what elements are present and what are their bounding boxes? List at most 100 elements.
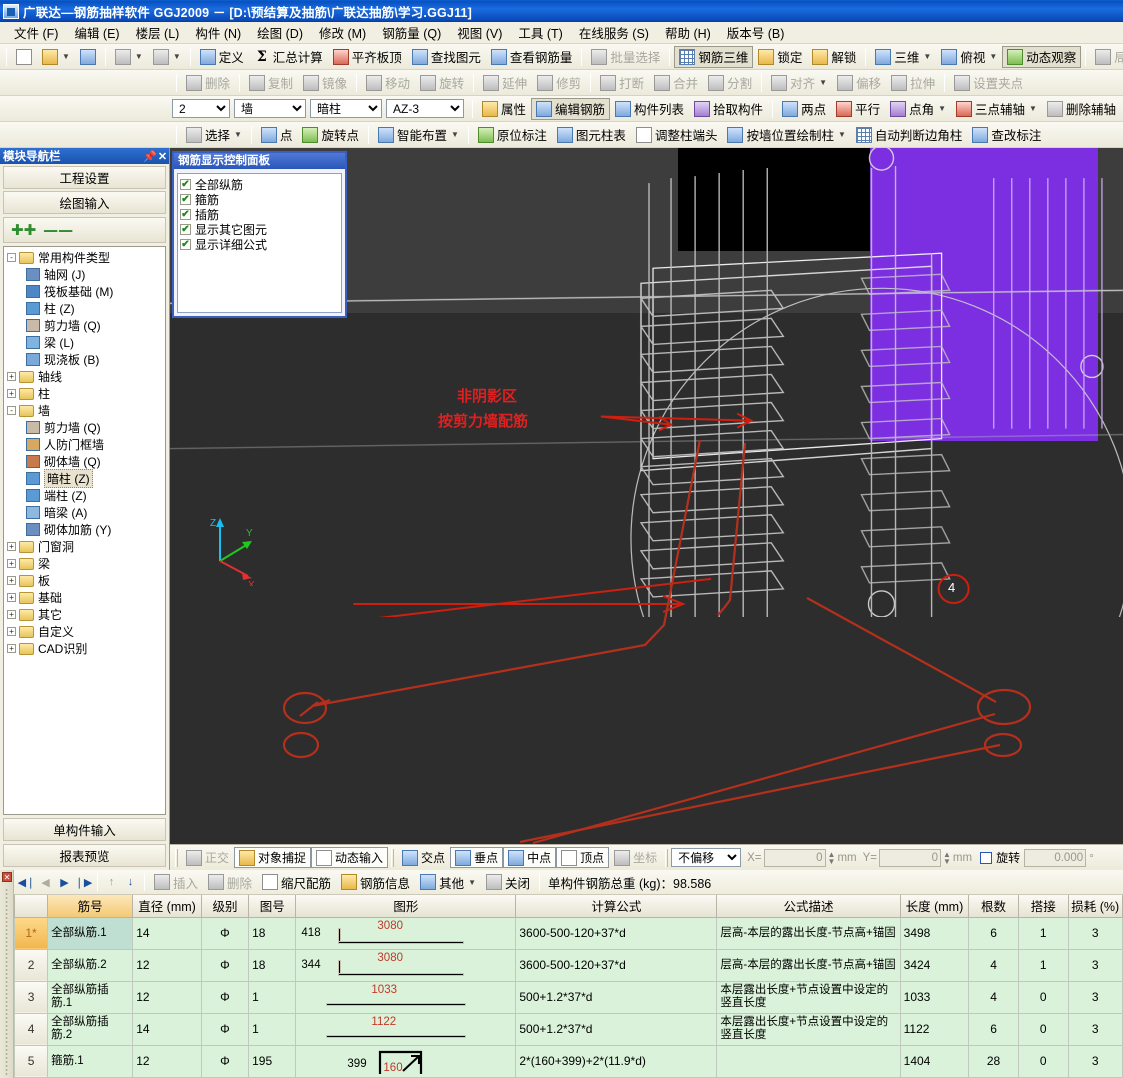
- col-header-idx[interactable]: [15, 895, 48, 917]
- col-header-shape[interactable]: 图形: [296, 895, 516, 917]
- cell-dia[interactable]: 14: [133, 917, 202, 949]
- menu-item-9[interactable]: 在线服务 (S): [571, 21, 657, 44]
- checkbox-icon[interactable]: ✔: [180, 209, 191, 220]
- binocular-button[interactable]: 查找图元: [407, 46, 486, 68]
- table-row[interactable]: 3全部纵筋插筋.112Φ11033500+1.2*37*d本层露出长度+节点设置…: [15, 981, 1123, 1013]
- col-header-count[interactable]: 根数: [969, 895, 1019, 917]
- cell-loss[interactable]: 3: [1068, 1045, 1122, 1077]
- next-icon[interactable]: ▶: [55, 873, 74, 892]
- cell-formula[interactable]: 2*(160+399)+2*(11.9*d): [516, 1045, 717, 1077]
- cell-desc[interactable]: 本层露出长度+节点设置中设定的竖直长度: [717, 1013, 900, 1045]
- cell-figno[interactable]: 1: [249, 1013, 296, 1045]
- tree-item-5[interactable]: 梁 (L): [4, 334, 165, 351]
- chevron-down-icon[interactable]: ▼: [135, 52, 143, 61]
- table-row[interactable]: 2全部纵筋.212Φ1834430803600-500-120+37*d层高-本…: [15, 949, 1123, 981]
- chevron-down-icon[interactable]: ▼: [819, 78, 827, 87]
- tree-item-22[interactable]: +自定义: [4, 623, 165, 640]
- shape-cell[interactable]: 1122: [296, 1013, 516, 1045]
- col-header-loss[interactable]: 损耗 (%): [1068, 895, 1122, 917]
- y-coordinate-input[interactable]: 0: [879, 849, 941, 867]
- cell-name[interactable]: 箍筋.1: [48, 1045, 133, 1077]
- cell-lap[interactable]: 0: [1018, 1013, 1068, 1045]
- chevron-down-icon[interactable]: ▼: [938, 104, 946, 113]
- cell-name[interactable]: 全部纵筋.1: [48, 917, 133, 949]
- cell-dia[interactable]: 12: [133, 981, 202, 1013]
- cell-formula[interactable]: 3600-500-120+37*d: [516, 949, 717, 981]
- cell-grade[interactable]: Φ: [201, 1045, 248, 1077]
- tree-item-10[interactable]: 剪力墙 (Q): [4, 419, 165, 436]
- cell-grade[interactable]: Φ: [201, 981, 248, 1013]
- cube-button[interactable]: 三维▼: [870, 46, 936, 68]
- select-arrow-button[interactable]: 选择▼: [181, 124, 247, 146]
- cell-length[interactable]: 3498: [900, 917, 969, 949]
- offset-mode-select[interactable]: 不偏移: [671, 848, 741, 867]
- component-tree[interactable]: -常用构件类型轴网 (J)筏板基础 (M)柱 (Z)剪力墙 (Q)梁 (L)现浇…: [3, 246, 166, 815]
- tree-item-0[interactable]: -常用构件类型: [4, 249, 165, 266]
- tree-item-7[interactable]: +轴线: [4, 368, 165, 385]
- cell-dia[interactable]: 12: [133, 949, 202, 981]
- row-index[interactable]: 2: [15, 949, 48, 981]
- cell-length[interactable]: 1033: [900, 981, 969, 1013]
- draw-column-by-wall-button[interactable]: 按墙位置绘制柱▼: [722, 124, 850, 146]
- panel-close-icon[interactable]: ✕: [2, 872, 12, 882]
- tree-item-4[interactable]: 剪力墙 (Q): [4, 317, 165, 334]
- cell-desc[interactable]: 层高-本层的露出长度-节点高+锚固: [717, 917, 900, 949]
- cell-dia[interactable]: 14: [133, 1013, 202, 1045]
- col-header-dia[interactable]: 直径 (mm): [133, 895, 202, 917]
- table-row[interactable]: 5箍筋.112Φ1953991602*(160+399)+2*(11.9*d)1…: [15, 1045, 1123, 1077]
- nav-button-single-member-input[interactable]: 单构件输入: [3, 818, 166, 841]
- chevron-down-icon[interactable]: ▼: [62, 52, 70, 61]
- cell-count[interactable]: 6: [969, 917, 1019, 949]
- shape-cell[interactable]: 3443080: [296, 949, 516, 981]
- cell-figno[interactable]: 1: [249, 981, 296, 1013]
- chevron-down-icon[interactable]: ▼: [1029, 104, 1037, 113]
- rebar-option-1[interactable]: ✔箍筋: [180, 192, 339, 207]
- cell-formula[interactable]: 500+1.2*37*d: [516, 1013, 717, 1045]
- menu-item-3[interactable]: 构件 (N): [187, 21, 249, 44]
- intersection-toggle[interactable]: 交点: [397, 847, 450, 868]
- menu-item-6[interactable]: 钢筋量 (Q): [374, 21, 449, 44]
- menu-item-11[interactable]: 版本号 (B): [719, 21, 793, 44]
- close-icon[interactable]: ✕: [156, 150, 169, 163]
- cell-desc[interactable]: 本层露出长度+节点设置中设定的竖直长度: [717, 981, 900, 1013]
- lock-button[interactable]: 锁定: [753, 46, 807, 68]
- topview-button[interactable]: 俯视▼: [936, 46, 1002, 68]
- col-header-formula[interactable]: 计算公式: [516, 895, 717, 917]
- chevron-down-icon[interactable]: ▼: [923, 52, 931, 61]
- chevron-down-icon[interactable]: ▼: [468, 878, 476, 887]
- floor-select[interactable]: 2: [172, 99, 230, 118]
- rebar-option-list[interactable]: ✔全部纵筋✔箍筋✔插筋✔显示其它图元✔显示详细公式: [177, 173, 342, 313]
- rebar-display-control-panel[interactable]: 钢筋显示控制面板 ✔全部纵筋✔箍筋✔插筋✔显示其它图元✔显示详细公式: [172, 151, 347, 318]
- cell-lap[interactable]: 1: [1018, 917, 1068, 949]
- cell-count[interactable]: 28: [969, 1045, 1019, 1077]
- expand-icon[interactable]: +: [7, 576, 16, 585]
- category-select[interactable]: 墙: [234, 99, 306, 118]
- rotate-point-button[interactable]: 旋转点: [297, 124, 364, 146]
- nav-button-draw-input[interactable]: 绘图输入: [3, 191, 166, 214]
- tree-item-23[interactable]: +CAD识别: [4, 640, 165, 657]
- point-angle-button[interactable]: 点角▼: [885, 98, 951, 120]
- glasses-button[interactable]: 查看钢筋量: [486, 46, 578, 68]
- menu-item-8[interactable]: 工具 (T): [510, 21, 570, 44]
- col-header-figno[interactable]: 图号: [249, 895, 296, 917]
- check-annotation-button[interactable]: 查改标注: [967, 124, 1046, 146]
- rebar-table[interactable]: 筋号直径 (mm)级别图号图形计算公式公式描述长度 (mm)根数搭接损耗 (%)…: [14, 895, 1123, 1078]
- cell-name[interactable]: 全部纵筋.2: [48, 949, 133, 981]
- row-index[interactable]: 1*: [15, 917, 48, 949]
- tree-item-20[interactable]: +基础: [4, 589, 165, 606]
- tree-item-21[interactable]: +其它: [4, 606, 165, 623]
- other-button[interactable]: 其他▼: [415, 871, 481, 893]
- close-table-button[interactable]: 关闭: [481, 871, 535, 893]
- cell-length[interactable]: 1404: [900, 1045, 969, 1077]
- tree-item-19[interactable]: +板: [4, 572, 165, 589]
- col-header-desc[interactable]: 公式描述: [717, 895, 900, 917]
- nav-button-report-preview[interactable]: 报表预览: [3, 844, 166, 867]
- remove-icon[interactable]: ——: [43, 223, 73, 238]
- chevron-down-icon[interactable]: ▼: [173, 52, 181, 61]
- sigma-button[interactable]: Σ汇总计算: [249, 46, 328, 68]
- prev-icon[interactable]: ◀: [36, 873, 55, 892]
- cell-grade[interactable]: Φ: [201, 917, 248, 949]
- down-icon[interactable]: ↓: [121, 873, 140, 892]
- up-icon[interactable]: ↑: [102, 873, 121, 892]
- parallel-button[interactable]: 平行: [831, 98, 885, 120]
